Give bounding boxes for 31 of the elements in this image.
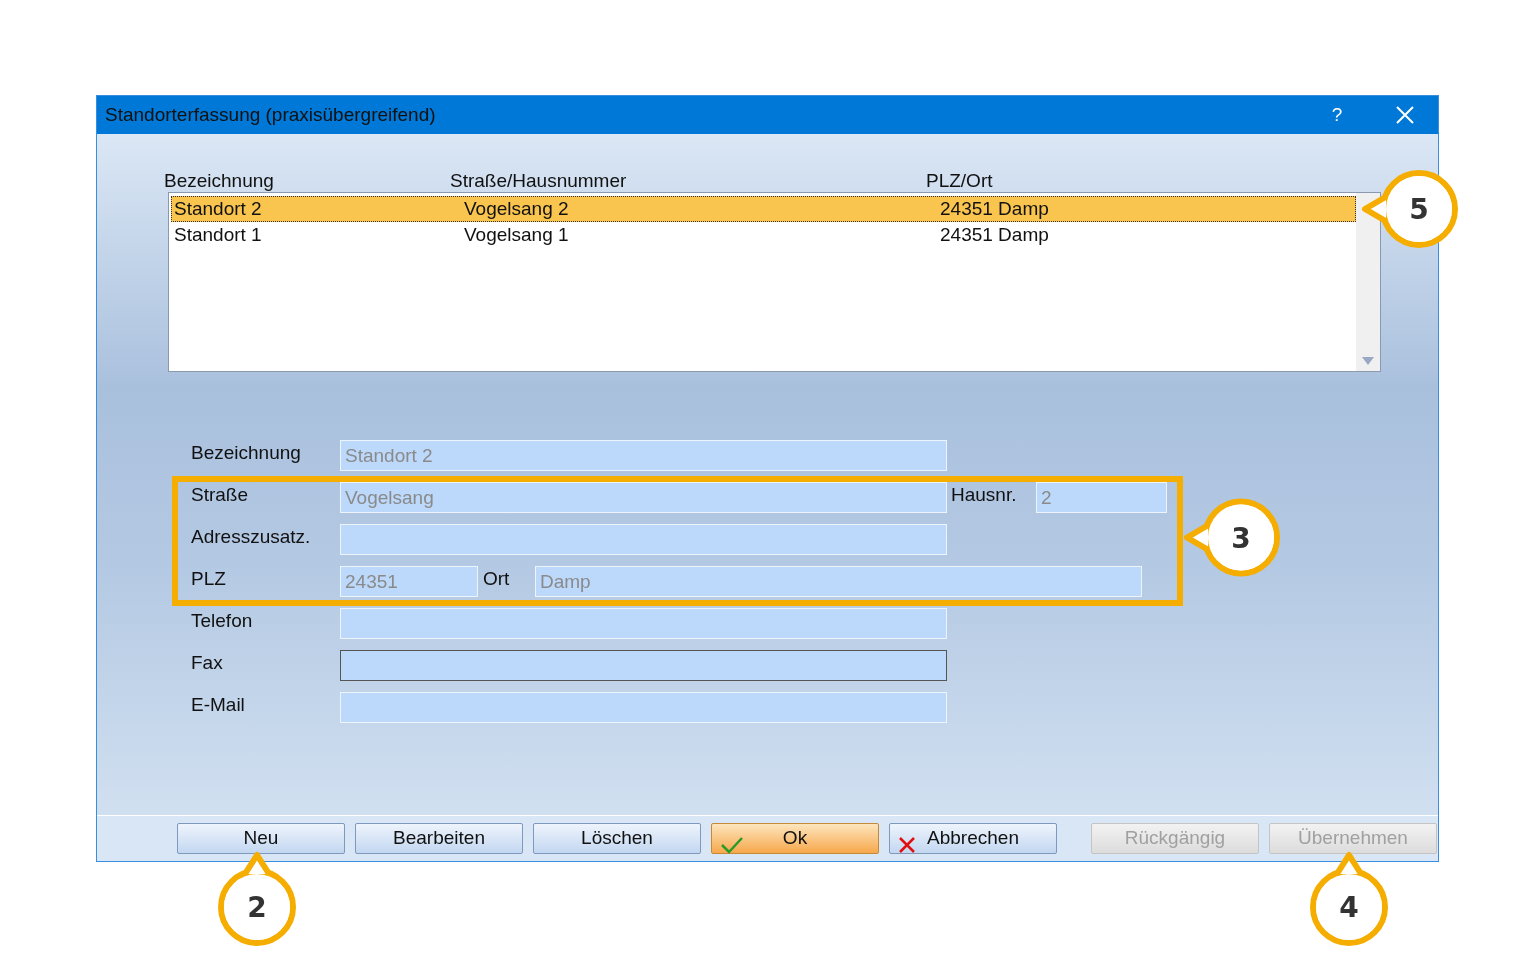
table-cell-text: Standort 1 — [173, 223, 262, 245]
column-header: Straße/Hausnummer — [450, 170, 627, 191]
column-header: Bezeichnung — [164, 170, 274, 191]
field-label: Ort — [483, 568, 510, 589]
table-cell-text: 24351 Damp — [939, 197, 1049, 219]
table-cell-text: Standort 2 — [173, 197, 262, 219]
field-label: E-Mail — [191, 694, 245, 715]
field-label: Bezeichnung — [191, 442, 301, 463]
list-row[interactable]: Standort 1 Vogelsang 1 24351 Damp — [171, 222, 1356, 248]
callout-number: 3 — [1231, 521, 1251, 555]
field-label: Straße — [191, 484, 249, 505]
window-title: Standorterfassung (praxisübergreifend) — [105, 102, 437, 127]
callout-number: 5 — [1409, 193, 1429, 226]
dialog-button[interactable]: Bearbeiten — [355, 823, 523, 854]
callout-number: 2 — [247, 891, 267, 924]
field-label: Hausnr. — [951, 484, 1017, 505]
field-label: Adresszusatz. — [191, 526, 311, 547]
column-header: PLZ/Ort — [926, 170, 993, 191]
field-label: Fax — [191, 652, 223, 673]
help-button[interactable]: ? — [1302, 100, 1372, 130]
callout-number: 4 — [1339, 891, 1359, 924]
field-label: Telefon — [191, 610, 253, 631]
dialog-button[interactable]: Abbrechen — [889, 823, 1057, 854]
dialog-button[interactable]: Neu — [177, 823, 345, 854]
dialog-button[interactable]: Ok — [711, 823, 879, 854]
field-label: PLZ — [191, 568, 226, 589]
table-cell-text: Vogelsang 1 — [463, 223, 569, 245]
table-cell-text: 24351 Damp — [939, 223, 1049, 245]
list-row[interactable]: Standort 2 Vogelsang 2 24351 Damp — [171, 196, 1356, 222]
dialog-button[interactable]: Löschen — [533, 823, 701, 854]
table-cell-text: Vogelsang 2 — [463, 197, 569, 219]
